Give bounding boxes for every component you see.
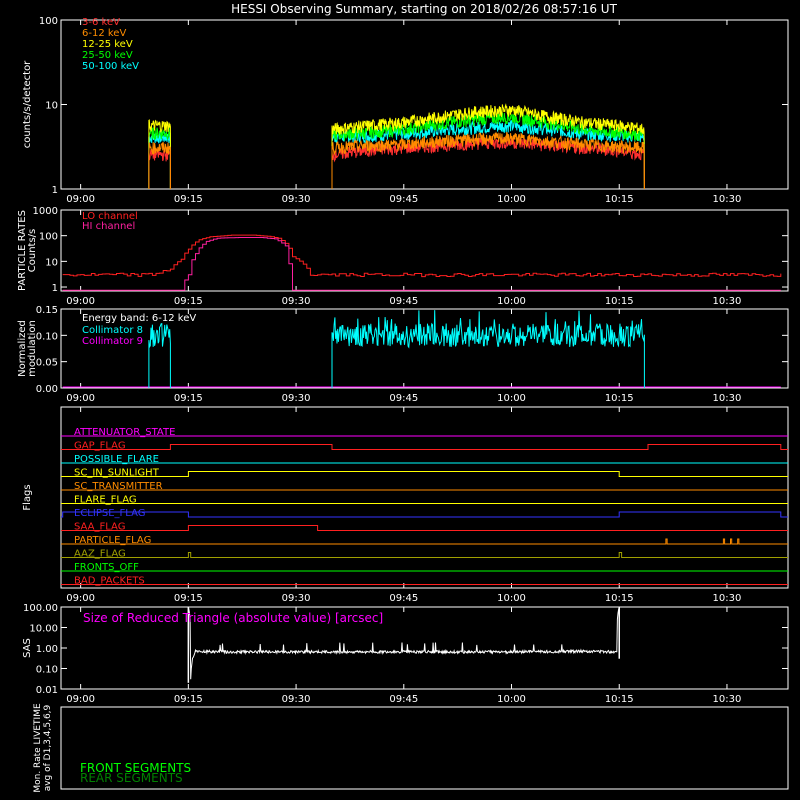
y-tick-label: 0.00 [36,384,58,395]
legend-entry: REAR SEGMENTS [80,771,183,785]
chart-title: HESSI Observing Summary, starting on 201… [231,2,617,16]
x-tick-label: 10:15 [605,296,634,307]
x-tick-label: 09:30 [282,194,311,205]
x-tick-label: 09:30 [282,296,311,307]
y-axis-label-0: counts/s/detector [22,60,33,148]
y-axis-label-4: SAS [22,638,33,658]
x-tick-label: 09:00 [66,194,95,205]
y-tick-label: 10.00 [29,624,58,635]
y-tick-label: 0.15 [36,305,58,316]
x-tick-label: 09:00 [66,694,95,705]
x-tick-label: 09:45 [389,296,418,307]
y-tick-label: 100.00 [23,603,58,614]
y-tick-label: 10 [45,257,58,268]
legend-entry: 12-25 keV [82,39,133,50]
energy-band-annotation: Energy band: 6-12 keV [82,313,196,324]
x-tick-label: 09:00 [66,593,95,604]
x-tick-label: 10:30 [713,194,742,205]
x-tick-label: 10:15 [605,393,634,404]
x-tick-label: 10:00 [497,593,526,604]
legend-entry: HI channel [82,221,135,232]
x-tick-label: 09:30 [282,393,311,404]
x-tick-label: 09:30 [282,593,311,604]
x-tick-label: 10:00 [497,194,526,205]
x-tick-label: 09:00 [66,393,95,404]
y-tick-label: 100 [39,16,58,27]
data-dropout [475,153,479,188]
y-axis-label-2: modulation [27,320,38,377]
legend-entry: 6-12 keV [82,28,126,39]
x-tick-label: 09:15 [174,593,203,604]
y-tick-label: 0.10 [36,331,58,342]
y-tick-label: 10 [45,101,58,112]
x-tick-label: 10:00 [497,296,526,307]
y-axis-label-3: Flags [22,484,33,510]
y-tick-label: 1 [52,283,58,294]
x-tick-label: 10:30 [713,694,742,705]
sas-annotation: Size of Reduced Triangle (absolute value… [83,611,383,625]
legend-entry: Collimator 9 [82,336,143,347]
x-tick-label: 09:15 [174,393,203,404]
x-tick-label: 10:30 [713,593,742,604]
x-tick-label: 10:00 [497,694,526,705]
y-tick-label: 100 [39,232,58,243]
y-axis-label-5: Mon. Rate LIVETIME [33,703,43,793]
flag-label: ECLIPSE_FLAG [74,508,145,519]
x-tick-label: 09:15 [174,296,203,307]
legend-entry: 50-100 keV [82,61,139,72]
x-tick-label: 09:45 [389,393,418,404]
y-tick-label: 0.10 [36,665,58,676]
x-tick-label: 09:45 [389,593,418,604]
y-tick-label: 0.01 [36,685,58,696]
legend-entry: Collimator 8 [82,325,143,336]
x-tick-label: 10:00 [497,393,526,404]
y-tick-label: 0.05 [36,358,58,369]
x-tick-label: 09:00 [66,296,95,307]
y-axis-label-5: avg of D1,3,4,5,6,9 [43,704,53,791]
x-tick-label: 10:30 [713,393,742,404]
y-tick-label: 1 [52,185,58,196]
x-tick-label: 09:30 [282,694,311,705]
data-dropout [432,153,436,188]
x-tick-label: 09:15 [174,194,203,205]
y-tick-label: 1.00 [36,644,58,655]
y-tick-label: 1000 [33,206,58,217]
x-tick-label: 10:15 [605,593,634,604]
data-dropout [515,153,519,188]
legend-entry: 3-6 keV [82,17,120,28]
x-tick-label: 09:15 [174,694,203,705]
x-tick-label: 10:30 [713,296,742,307]
hessi-summary-chart: HESSI Observing Summary, starting on 201… [0,0,800,800]
x-tick-label: 09:45 [389,194,418,205]
legend-entry: 25-50 keV [82,50,133,61]
x-tick-label: 10:15 [605,694,634,705]
data-dropout [529,153,533,188]
x-tick-label: 10:15 [605,194,634,205]
data-dropout [522,153,526,188]
y-axis-label-1: Counts/s [27,229,38,273]
x-tick-label: 09:45 [389,694,418,705]
